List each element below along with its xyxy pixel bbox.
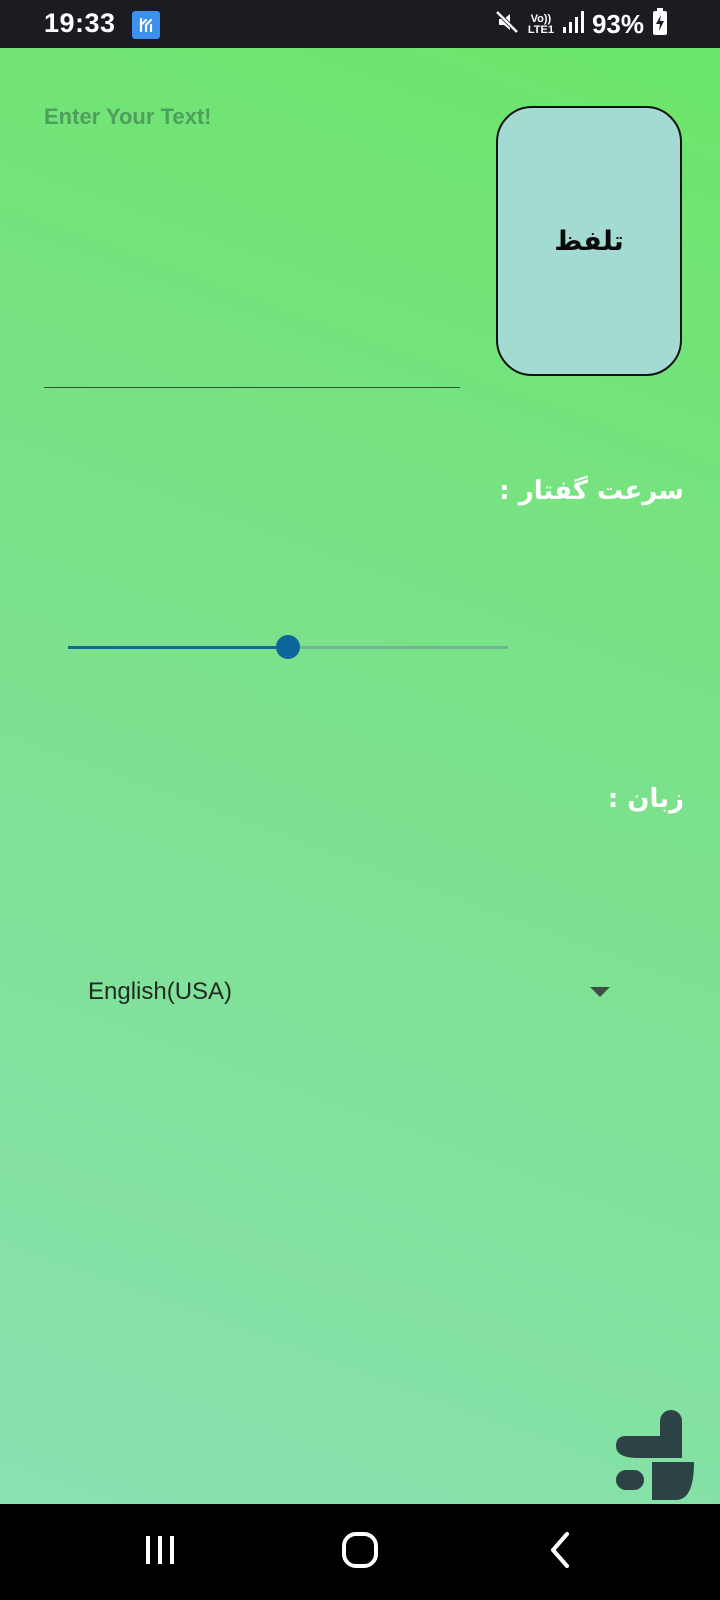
status-indicators: Vo)) LTE1 93%: [494, 8, 668, 41]
speed-slider[interactable]: [68, 635, 508, 659]
dropdown-arrow-icon: [590, 987, 610, 997]
speed-slider-thumb[interactable]: [276, 635, 300, 659]
speed-slider-fill: [68, 646, 288, 649]
back-button[interactable]: [510, 1504, 610, 1600]
recent-apps-button[interactable]: [110, 1504, 210, 1600]
main-screen: تلفظ سرعت گفتار : زبان : English(USA): [0, 48, 720, 1504]
recent-apps-icon: [143, 1533, 177, 1571]
status-time: 19:33: [44, 8, 116, 38]
mute-icon: [494, 9, 520, 40]
status-bar: 19:33 Vo)) LTE1 93%: [0, 0, 720, 48]
navigation-bar: [0, 1504, 720, 1600]
lte-bottom-text: LTE1: [527, 23, 554, 36]
app-notification-icon: [132, 11, 160, 39]
signal-icon: [562, 10, 584, 39]
speed-label: سرعت گفتار :: [499, 476, 684, 506]
language-selected-value: English(USA): [88, 978, 233, 1005]
language-dropdown[interactable]: English(USA): [70, 964, 630, 1020]
home-button[interactable]: [310, 1504, 410, 1600]
speak-button-label: تلفظ: [554, 225, 624, 257]
home-icon: [340, 1530, 380, 1574]
speak-button[interactable]: تلفظ: [496, 106, 682, 376]
text-input[interactable]: [44, 98, 460, 388]
battery-charging-icon: [652, 8, 668, 41]
language-label: زبان :: [607, 784, 684, 814]
battery-percent: 93%: [591, 9, 644, 39]
lte-indicator: Vo)) LTE1: [527, 13, 554, 36]
back-icon: [545, 1530, 575, 1574]
